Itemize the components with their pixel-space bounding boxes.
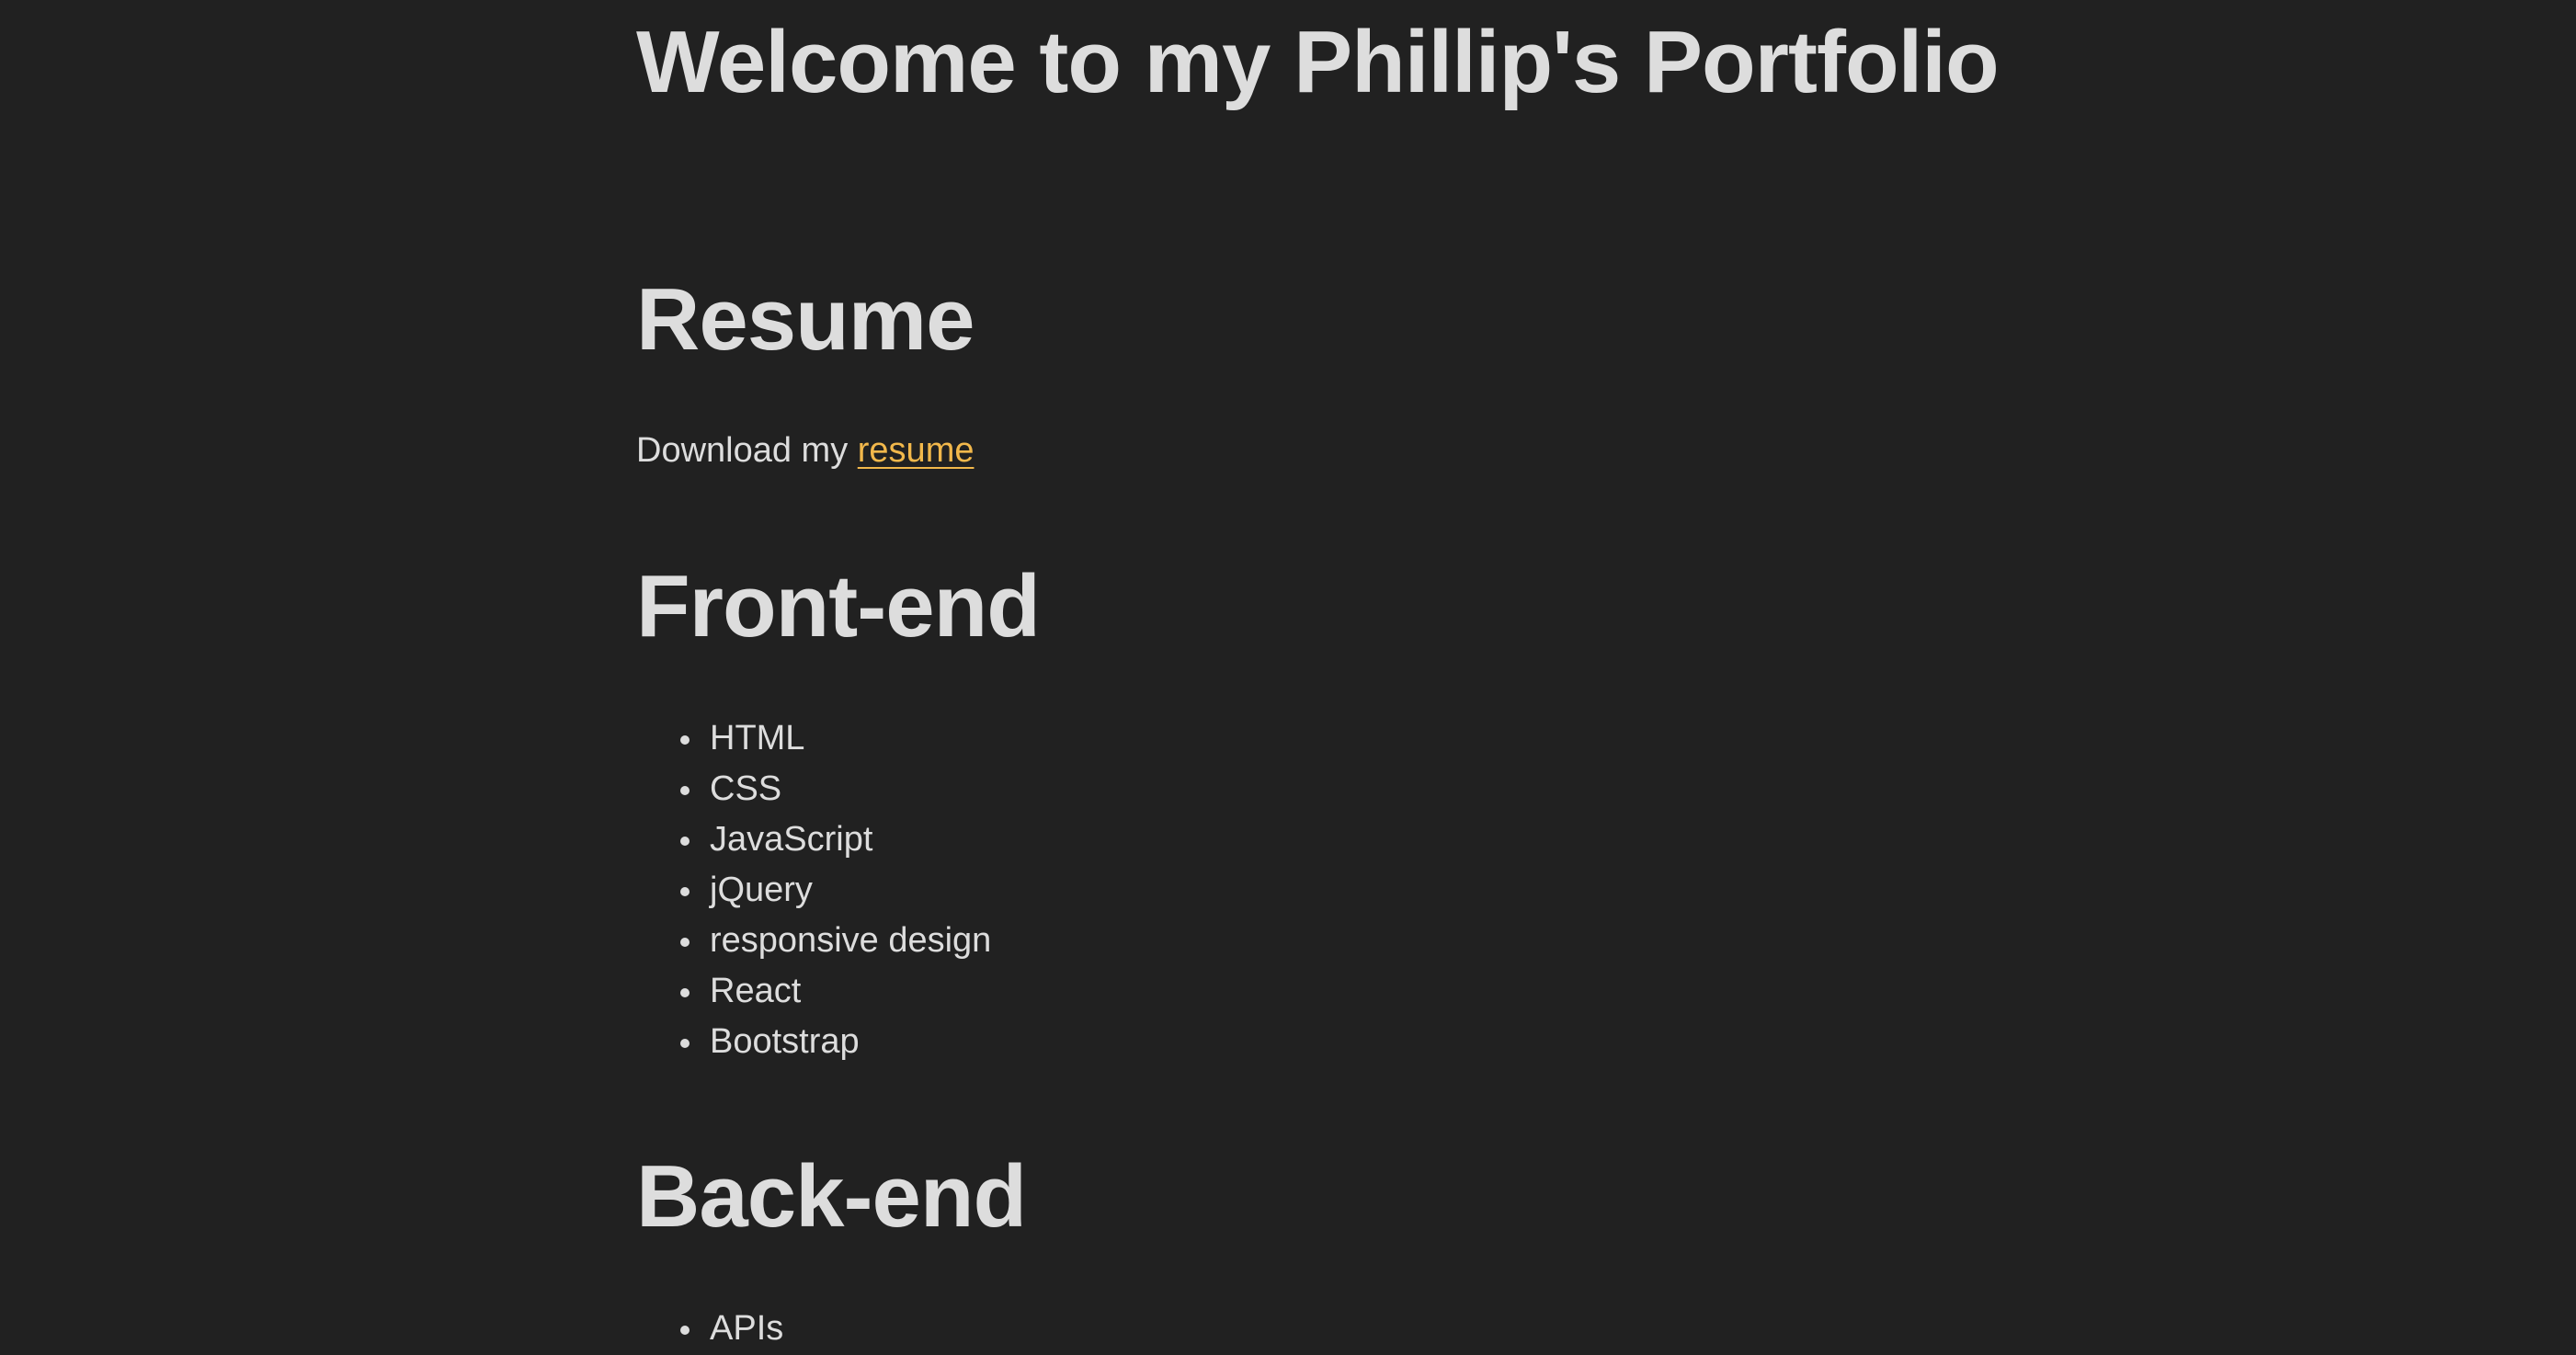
resume-heading: Resume bbox=[636, 270, 975, 369]
list-item: React bbox=[636, 966, 991, 1017]
resume-download-text: Download my resume bbox=[636, 425, 974, 476]
list-item: HTML bbox=[636, 713, 991, 764]
backend-skills-list: APIs bbox=[636, 1304, 783, 1354]
page-title: Welcome to my Phillip's Portfolio bbox=[636, 13, 2000, 111]
list-item: APIs bbox=[636, 1304, 783, 1354]
frontend-skills-list: HTML CSS JavaScript jQuery responsive de… bbox=[636, 713, 991, 1067]
list-item: CSS bbox=[636, 764, 991, 814]
list-item: responsive design bbox=[636, 916, 991, 966]
list-item: Bootstrap bbox=[636, 1017, 991, 1067]
resume-download-label: Download my bbox=[636, 431, 858, 470]
frontend-heading: Front-end bbox=[636, 557, 1041, 655]
list-item: JavaScript bbox=[636, 814, 991, 865]
list-item: jQuery bbox=[636, 865, 991, 916]
backend-heading: Back-end bbox=[636, 1147, 1027, 1246]
resume-link[interactable]: resume bbox=[858, 431, 975, 470]
